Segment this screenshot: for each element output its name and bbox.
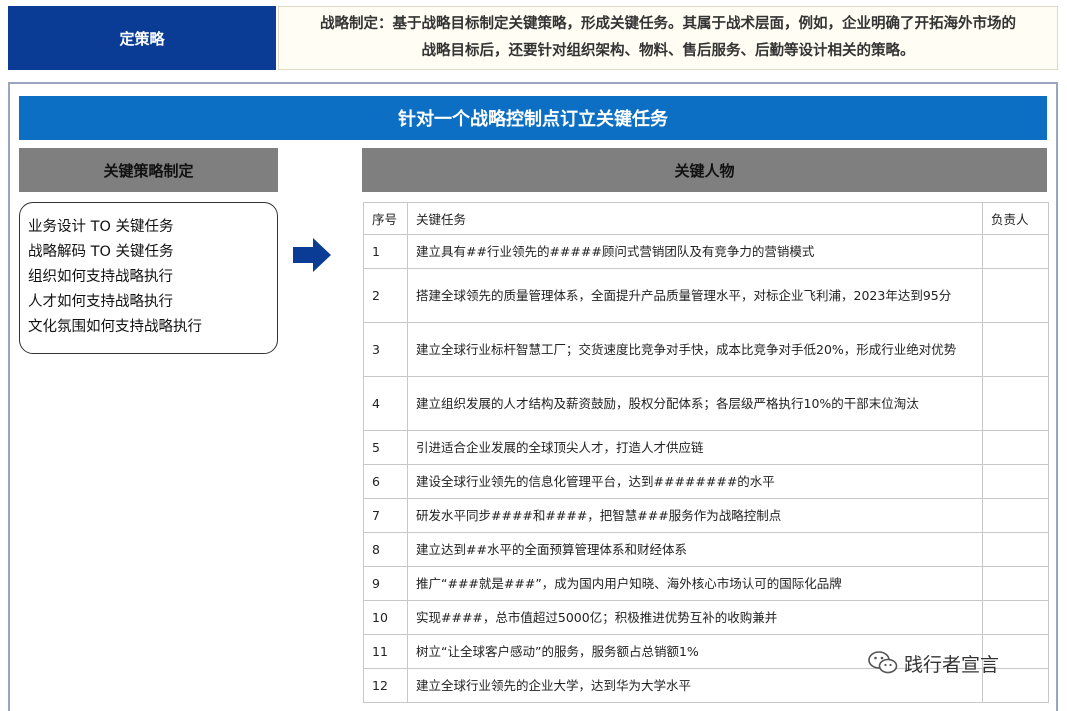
- strategy-item: 战略解码 TO 关键任务: [28, 240, 269, 265]
- row-no: 3: [364, 323, 408, 377]
- table-row: 6 建设全球行业领先的信息化管理平台，达到########的水平: [364, 465, 1049, 499]
- row-no: 7: [364, 499, 408, 533]
- table-row: 1 建立具有##行业领先的#####顾问式营销团队及有竞争力的营销模式: [364, 235, 1049, 269]
- row-owner: [983, 377, 1049, 431]
- row-owner: [983, 431, 1049, 465]
- key-tasks-table: 序号 关键任务 负责人 1 建立具有##行业领先的#####顾问式营销团队及有竞…: [363, 202, 1049, 703]
- top-description-line-1: 战略制定：基于战略目标制定关键策略，形成关键任务。其属于战术层面，例如，企业明确…: [283, 11, 1053, 38]
- row-no: 12: [364, 669, 408, 703]
- row-no: 6: [364, 465, 408, 499]
- wechat-icon: [868, 650, 898, 676]
- column-header-owner: 负责人: [983, 203, 1049, 235]
- strategy-list: 业务设计 TO 关键任务 战略解码 TO 关键任务 组织如何支持战略执行 人才如…: [19, 202, 278, 354]
- row-owner: [983, 567, 1049, 601]
- row-task: 建立具有##行业领先的#####顾问式营销团队及有竞争力的营销模式: [408, 235, 983, 269]
- table-row: 8 建立达到##水平的全面预算管理体系和财经体系: [364, 533, 1049, 567]
- row-owner: [983, 499, 1049, 533]
- row-task: 引进适合企业发展的全球顶尖人才，打造人才供应链: [408, 431, 983, 465]
- row-task: 实现####，总市值超过5000亿；积极推进优势互补的收购兼并: [408, 601, 983, 635]
- strategy-item: 人才如何支持战略执行: [28, 290, 269, 315]
- row-no: 11: [364, 635, 408, 669]
- column-header-no: 序号: [364, 203, 408, 235]
- table-row: 4 建立组织发展的人才结构及薪资鼓励，股权分配体系；各层级严格执行10%的干部末…: [364, 377, 1049, 431]
- row-no: 5: [364, 431, 408, 465]
- top-description-line-2: 战略目标后，还要针对组织架构、物料、售后服务、后勤等设计相关的策略。: [283, 38, 1053, 65]
- table-row: 10 实现####，总市值超过5000亿；积极推进优势互补的收购兼并: [364, 601, 1049, 635]
- table-row: 3 建立全球行业标杆智慧工厂；交货速度比竞争对手快，成本比竞争对手低20%，形成…: [364, 323, 1049, 377]
- strategy-item: 业务设计 TO 关键任务: [28, 215, 269, 240]
- table-row: 7 研发水平同步####和####，把智慧###服务作为战略控制点: [364, 499, 1049, 533]
- row-task: 推广“###就是###”，成为国内用户知晓、海外核心市场认可的国际化品牌: [408, 567, 983, 601]
- table-row: 2 搭建全球领先的质量管理体系，全面提升产品质量管理水平，对标企业飞利浦，202…: [364, 269, 1049, 323]
- row-no: 10: [364, 601, 408, 635]
- watermark-text: 践行者宣言: [904, 650, 999, 677]
- row-owner: [983, 235, 1049, 269]
- row-no: 4: [364, 377, 408, 431]
- column-header-task: 关键任务: [408, 203, 983, 235]
- row-task: 建设全球行业领先的信息化管理平台，达到########的水平: [408, 465, 983, 499]
- row-no: 2: [364, 269, 408, 323]
- watermark: 践行者宣言: [868, 648, 999, 678]
- banner-title: 针对一个战略控制点订立关键任务: [19, 96, 1047, 140]
- row-no: 1: [364, 235, 408, 269]
- row-no: 8: [364, 533, 408, 567]
- row-task: 建立达到##水平的全面预算管理体系和财经体系: [408, 533, 983, 567]
- row-owner: [983, 533, 1049, 567]
- strategy-item: 文化氛围如何支持战略执行: [28, 315, 269, 340]
- strategy-item: 组织如何支持战略执行: [28, 265, 269, 290]
- row-owner: [983, 323, 1049, 377]
- left-section-header: 关键策略制定: [19, 148, 278, 192]
- row-owner: [983, 269, 1049, 323]
- right-arrow-icon: [293, 238, 331, 272]
- table-header-row: 序号 关键任务 负责人: [364, 203, 1049, 235]
- top-description: 战略制定：基于战略目标制定关键策略，形成关键任务。其属于战术层面，例如，企业明确…: [278, 6, 1058, 70]
- right-section-header: 关键人物: [362, 148, 1047, 192]
- top-label: 定策略: [8, 6, 276, 70]
- table-row: 5 引进适合企业发展的全球顶尖人才，打造人才供应链: [364, 431, 1049, 465]
- row-owner: [983, 601, 1049, 635]
- row-task: 研发水平同步####和####，把智慧###服务作为战略控制点: [408, 499, 983, 533]
- table-row: 9 推广“###就是###”，成为国内用户知晓、海外核心市场认可的国际化品牌: [364, 567, 1049, 601]
- row-owner: [983, 465, 1049, 499]
- row-no: 9: [364, 567, 408, 601]
- row-task: 建立全球行业标杆智慧工厂；交货速度比竞争对手快，成本比竞争对手低20%，形成行业…: [408, 323, 983, 377]
- row-task: 搭建全球领先的质量管理体系，全面提升产品质量管理水平，对标企业飞利浦，2023年…: [408, 269, 983, 323]
- row-task: 建立组织发展的人才结构及薪资鼓励，股权分配体系；各层级严格执行10%的干部末位淘…: [408, 377, 983, 431]
